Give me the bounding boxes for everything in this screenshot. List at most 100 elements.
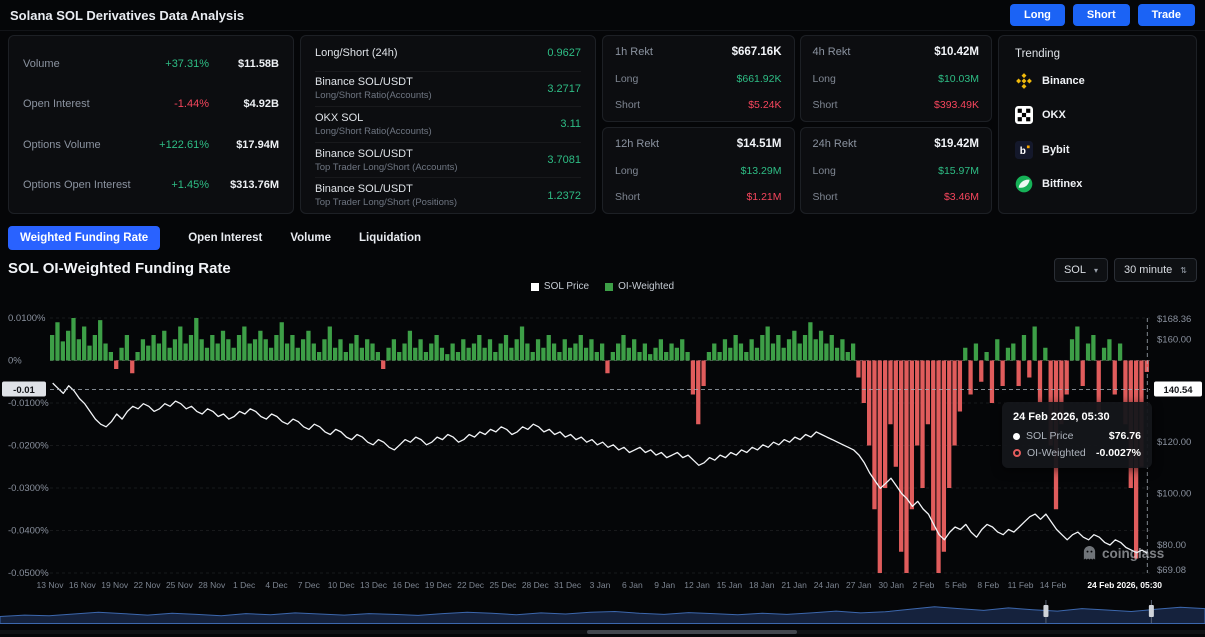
trending-item-label: Bitfinex: [1042, 178, 1082, 190]
stat-label: Open Interest: [23, 98, 90, 110]
stat-change: +122.61%: [137, 139, 209, 151]
ratio-value: 3.2717: [547, 83, 581, 95]
ratio-subtitle: Long/Short Ratio(Accounts): [315, 126, 432, 137]
rekt-short-label: Short: [615, 191, 640, 203]
tab-weighted-funding-rate[interactable]: Weighted Funding Rate: [8, 226, 160, 250]
ratio-subtitle: Top Trader Long/Short (Accounts): [315, 162, 458, 173]
ratio-row: OKX SOL Long/Short Ratio(Accounts) 3.11: [315, 107, 581, 143]
svg-text:28 Nov: 28 Nov: [198, 580, 226, 590]
tab-volume[interactable]: Volume: [290, 232, 331, 244]
legend-item-oi-weighted[interactable]: OI-Weighted: [605, 281, 674, 292]
rekt-total: $10.42M: [934, 46, 979, 58]
oi-weighted-marker-icon: [1013, 449, 1021, 457]
svg-text:$69.08: $69.08: [1157, 565, 1186, 576]
long-short-ratios-panel: Long/Short (24h) 0.9627 Binance SOL/USDT…: [300, 35, 596, 214]
legend-swatch-green: [605, 283, 613, 291]
stat-row-open-interest: Open Interest -1.44%$4.92B: [23, 98, 279, 110]
svg-text:24 Jan: 24 Jan: [814, 580, 840, 590]
rekt-box-24h: 24h Rekt$19.42M Long$15.97M Short$3.46M: [800, 127, 993, 214]
topbar: Solana SOL Derivatives Data Analysis Lon…: [0, 0, 1205, 31]
rekt-long-value: $15.97M: [938, 165, 979, 177]
rekt-long-label: Long: [615, 73, 638, 85]
trending-item-bitfinex[interactable]: Bitfinex: [1015, 167, 1180, 201]
stat-value: $11.58B: [209, 58, 279, 70]
trending-item-label: Binance: [1042, 75, 1085, 87]
rekt-title: 24h Rekt: [813, 138, 857, 150]
trending-item-bybit[interactable]: b Bybit: [1015, 133, 1180, 167]
rekt-title: 1h Rekt: [615, 46, 653, 58]
svg-text:0%: 0%: [8, 356, 22, 367]
ratio-title: Binance SOL/USDT: [315, 183, 457, 195]
chart-controls: SOL ▾ 30 minute ⇅: [1054, 258, 1197, 282]
short-button[interactable]: Short: [1073, 4, 1130, 26]
svg-text:-0.0200%: -0.0200%: [8, 441, 49, 452]
rekt-total: $19.42M: [934, 138, 979, 150]
ratio-row: Binance SOL/USDT Top Trader Long/Short (A…: [315, 143, 581, 179]
chart-tooltip: 24 Feb 2026, 05:30 SOL Price $76.76 OI-W…: [1002, 402, 1152, 468]
svg-text:22 Dec: 22 Dec: [457, 580, 485, 590]
ratio-value: 3.11: [560, 118, 581, 130]
symbol-select-value: SOL: [1064, 264, 1086, 276]
stat-value: $4.92B: [209, 98, 279, 110]
rekt-short-label: Short: [813, 99, 838, 111]
svg-text:2 Feb: 2 Feb: [913, 580, 935, 590]
trade-button[interactable]: Trade: [1138, 4, 1195, 26]
up-down-arrows-icon: ⇅: [1180, 266, 1187, 275]
stat-change: -1.44%: [137, 98, 209, 110]
ratio-title: OKX SOL: [315, 112, 432, 124]
tab-open-interest[interactable]: Open Interest: [188, 232, 262, 244]
ratio-value: 0.9627: [547, 47, 581, 59]
ratio-subtitle: Long/Short Ratio(Accounts): [315, 90, 432, 101]
chevron-down-icon: ▾: [1094, 266, 1098, 275]
svg-text:27 Jan: 27 Jan: [846, 580, 872, 590]
topbar-buttons: Long Short Trade: [1010, 4, 1195, 26]
binance-logo-icon: [1015, 72, 1033, 90]
tab-liquidation[interactable]: Liquidation: [359, 232, 421, 244]
svg-text:140.54: 140.54: [1163, 385, 1193, 396]
stat-change: +37.31%: [137, 58, 209, 70]
svg-text:24 Feb 2026, 05:30: 24 Feb 2026, 05:30: [1087, 580, 1162, 590]
stat-row-volume: Volume +37.31%$11.58B: [23, 58, 279, 70]
trending-item-label: Bybit: [1042, 144, 1070, 156]
stat-row-options-volume: Options Volume +122.61%$17.94M: [23, 139, 279, 151]
legend-item-sol-price[interactable]: SOL Price: [531, 281, 589, 292]
ratio-title: Binance SOL/USDT: [315, 148, 458, 160]
trending-item-binance[interactable]: Binance: [1015, 64, 1180, 98]
rekt-long-label: Long: [615, 165, 638, 177]
ratio-value: 3.7081: [547, 154, 581, 166]
trending-item-okx[interactable]: OKX: [1015, 98, 1180, 132]
interval-select[interactable]: 30 minute ⇅: [1114, 258, 1197, 282]
coinglass-watermark: coinglass: [1082, 545, 1164, 561]
rekt-total: $667.16K: [732, 46, 782, 58]
svg-text:13 Nov: 13 Nov: [37, 580, 65, 590]
ratio-row: Long/Short (24h) 0.9627: [315, 36, 581, 72]
svg-text:19 Dec: 19 Dec: [425, 580, 453, 590]
stat-value: $313.76M: [209, 179, 279, 191]
bybit-logo-icon: b: [1015, 141, 1033, 159]
svg-text:-0.0300%: -0.0300%: [8, 483, 49, 494]
svg-text:-0.0400%: -0.0400%: [8, 526, 49, 537]
liquidation-rekt-grid: 1h Rekt$667.16K Long$661.92K Short$5.24K…: [602, 35, 992, 214]
chart-navigator[interactable]: [0, 598, 1205, 624]
svg-text:-0.0500%: -0.0500%: [8, 568, 49, 579]
svg-text:22 Nov: 22 Nov: [134, 580, 162, 590]
svg-text:25 Nov: 25 Nov: [166, 580, 194, 590]
watermark-text: coinglass: [1102, 546, 1164, 561]
trending-title: Trending: [1015, 48, 1180, 60]
symbol-select[interactable]: SOL ▾: [1054, 258, 1108, 282]
stat-row-options-open-interest: Options Open Interest +1.45%$313.76M: [23, 179, 279, 191]
long-button[interactable]: Long: [1010, 4, 1065, 26]
svg-text:31 Dec: 31 Dec: [554, 580, 582, 590]
okx-logo-icon: [1015, 106, 1033, 124]
ratio-row: Binance SOL/USDTTop Trader Long/Short (P…: [315, 178, 581, 213]
rekt-long-value: $10.03M: [938, 73, 979, 85]
svg-text:$100.00: $100.00: [1157, 489, 1191, 500]
svg-text:12 Jan: 12 Jan: [684, 580, 710, 590]
svg-text:10 Dec: 10 Dec: [328, 580, 356, 590]
svg-text:0.0100%: 0.0100%: [8, 313, 46, 324]
tooltip-series-name: OI-Weighted: [1027, 447, 1090, 459]
interval-select-value: 30 minute: [1124, 264, 1172, 276]
sol-price-marker-icon: [1013, 433, 1020, 440]
horizontal-scrollbar-thumb[interactable]: [587, 630, 797, 634]
derivatives-dashboard: Solana SOL Derivatives Data Analysis Lon…: [0, 0, 1205, 637]
